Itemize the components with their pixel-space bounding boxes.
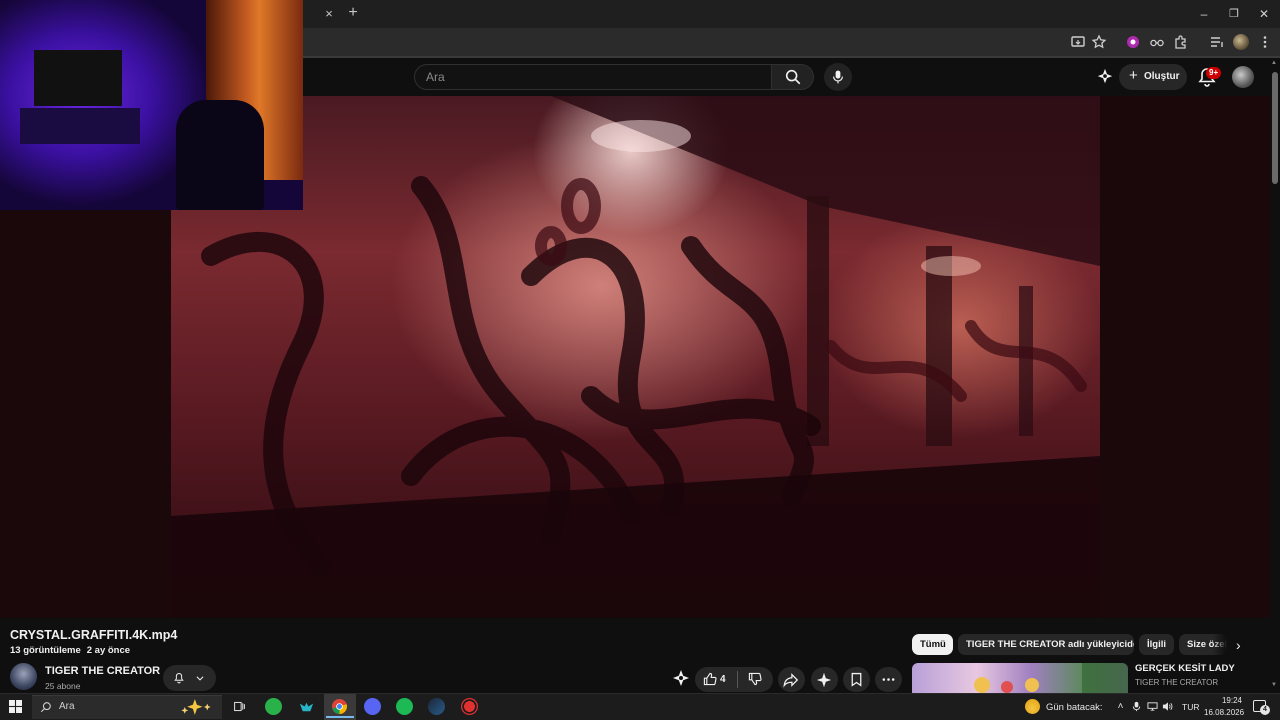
recommendation-channel[interactable]: TIGER THE CREATOR bbox=[1135, 678, 1218, 687]
tab-close-icon[interactable]: × bbox=[321, 6, 337, 22]
channel-name[interactable]: TIGER THE CREATOR bbox=[45, 665, 160, 677]
tray-microphone-icon[interactable] bbox=[1131, 701, 1142, 712]
media-controls-icon[interactable] bbox=[1208, 33, 1226, 51]
tray-network-icon[interactable] bbox=[1147, 701, 1158, 712]
view-count: 13 görüntüleme bbox=[10, 645, 81, 656]
notification-count-badge: 9+ bbox=[1206, 67, 1222, 79]
create-button[interactable]: + Oluştur bbox=[1119, 64, 1187, 90]
webcam-monitor bbox=[34, 50, 122, 106]
chip-from-uploader[interactable]: TIGER THE CREATOR adlı yükleyiciden bbox=[958, 634, 1134, 655]
thumbnail-image bbox=[974, 663, 1128, 693]
tray-volume-icon[interactable] bbox=[1162, 701, 1173, 712]
discord-icon[interactable] bbox=[364, 698, 381, 715]
scrollbar-thumb[interactable] bbox=[1272, 72, 1278, 184]
taskbar-search-icon bbox=[40, 702, 51, 713]
taskbar-active-indicator bbox=[326, 716, 354, 718]
video-frame[interactable] bbox=[171, 96, 1100, 618]
taskbar-app-green-icon[interactable] bbox=[265, 698, 282, 715]
recording-app-icon[interactable] bbox=[461, 698, 478, 715]
ask-sparkle-icon[interactable] bbox=[671, 669, 691, 689]
search-button[interactable] bbox=[771, 64, 814, 90]
like-thumb-up-icon[interactable] bbox=[702, 671, 718, 687]
taskbar-app-bird-icon[interactable] bbox=[298, 698, 315, 715]
chrome-icon[interactable] bbox=[331, 698, 348, 715]
steam-icon[interactable] bbox=[428, 698, 445, 715]
recommendation-thumbnail[interactable] bbox=[912, 663, 1128, 693]
ai-sparkle-icon bbox=[816, 672, 832, 688]
graffiti-wall-image bbox=[171, 96, 1100, 618]
window-restore-button[interactable]: ❐ bbox=[1224, 4, 1244, 24]
bookmark-star-icon[interactable] bbox=[1090, 33, 1108, 51]
subscriber-count: 25 abone bbox=[45, 681, 81, 691]
account-avatar[interactable] bbox=[1232, 66, 1254, 88]
scroll-down-arrow-icon[interactable]: ▼ bbox=[1271, 682, 1277, 688]
search-highlight-sparkle-icon bbox=[181, 699, 211, 715]
save-bookmark-icon bbox=[851, 672, 862, 687]
weather-status[interactable]: Gün batacak: bbox=[1046, 702, 1103, 713]
notification-center-badge: 4 bbox=[1260, 705, 1270, 715]
search-icon bbox=[785, 69, 801, 85]
search-box[interactable] bbox=[414, 64, 772, 90]
chips-next-chevron-icon[interactable]: › bbox=[1236, 637, 1250, 653]
dislike-thumb-down-icon[interactable] bbox=[747, 671, 763, 687]
chip-for-you[interactable]: Size özel bbox=[1179, 634, 1227, 655]
chevron-down-icon bbox=[196, 676, 204, 681]
clock-time[interactable]: 19:24 bbox=[1212, 696, 1242, 705]
cast-install-icon[interactable] bbox=[1069, 33, 1087, 51]
search-input[interactable] bbox=[426, 70, 756, 84]
recommendation-title[interactable]: GERÇEK KESİT LADY bbox=[1135, 663, 1235, 674]
input-language[interactable]: TUR bbox=[1182, 702, 1199, 712]
extensions-puzzle-icon[interactable] bbox=[1172, 33, 1190, 51]
task-view-icon[interactable] bbox=[233, 700, 246, 713]
webcam-overlay bbox=[0, 0, 303, 210]
video-letterbox-left bbox=[0, 210, 171, 618]
subscription-notify-button[interactable] bbox=[163, 665, 216, 691]
voice-search-button[interactable] bbox=[824, 63, 852, 91]
clock-date[interactable]: 16.08.2026 bbox=[1204, 708, 1244, 717]
browser-menu-icon[interactable] bbox=[1256, 33, 1274, 51]
create-label: Oluştur bbox=[1144, 71, 1180, 82]
spotify-icon[interactable] bbox=[396, 698, 413, 715]
new-tab-icon[interactable]: + bbox=[345, 5, 361, 21]
windows-start-icon[interactable] bbox=[9, 700, 22, 713]
video-title: CRYSTAL.GRAFFITI.4K.mp4 bbox=[10, 628, 178, 642]
channel-avatar[interactable] bbox=[10, 663, 37, 690]
more-horizontal-icon bbox=[882, 678, 895, 681]
create-sparkle-icon[interactable] bbox=[1096, 68, 1114, 86]
webcam-desk bbox=[20, 108, 140, 144]
chip-all[interactable]: Tümü bbox=[912, 634, 953, 655]
like-count: 4 bbox=[720, 674, 726, 685]
scroll-up-arrow-icon[interactable]: ▲ bbox=[1271, 60, 1277, 66]
plus-icon: + bbox=[1129, 67, 1138, 84]
microphone-icon bbox=[833, 70, 843, 84]
tray-overflow-chevron-icon[interactable]: ˄ bbox=[1115, 701, 1126, 712]
video-meta: 13 görüntüleme 2 ay önce bbox=[10, 645, 130, 656]
video-letterbox-right bbox=[1100, 96, 1270, 618]
extension-purple-icon[interactable] bbox=[1124, 33, 1142, 51]
profile-avatar-icon[interactable] bbox=[1233, 34, 1249, 50]
window-close-button[interactable]: ✕ bbox=[1254, 4, 1274, 24]
like-divider bbox=[737, 671, 738, 688]
share-arrow-icon bbox=[783, 673, 799, 688]
weather-sunset-icon[interactable] bbox=[1025, 699, 1040, 714]
chip-related[interactable]: İlgili bbox=[1139, 634, 1174, 655]
taskbar-search-text: Ara bbox=[59, 701, 75, 712]
extension-glasses-icon[interactable] bbox=[1148, 33, 1166, 51]
window-minimize-button[interactable]: – bbox=[1194, 4, 1214, 24]
upload-age: 2 ay önce bbox=[86, 645, 131, 656]
webcam-chair bbox=[176, 100, 264, 210]
bell-icon bbox=[174, 673, 184, 684]
